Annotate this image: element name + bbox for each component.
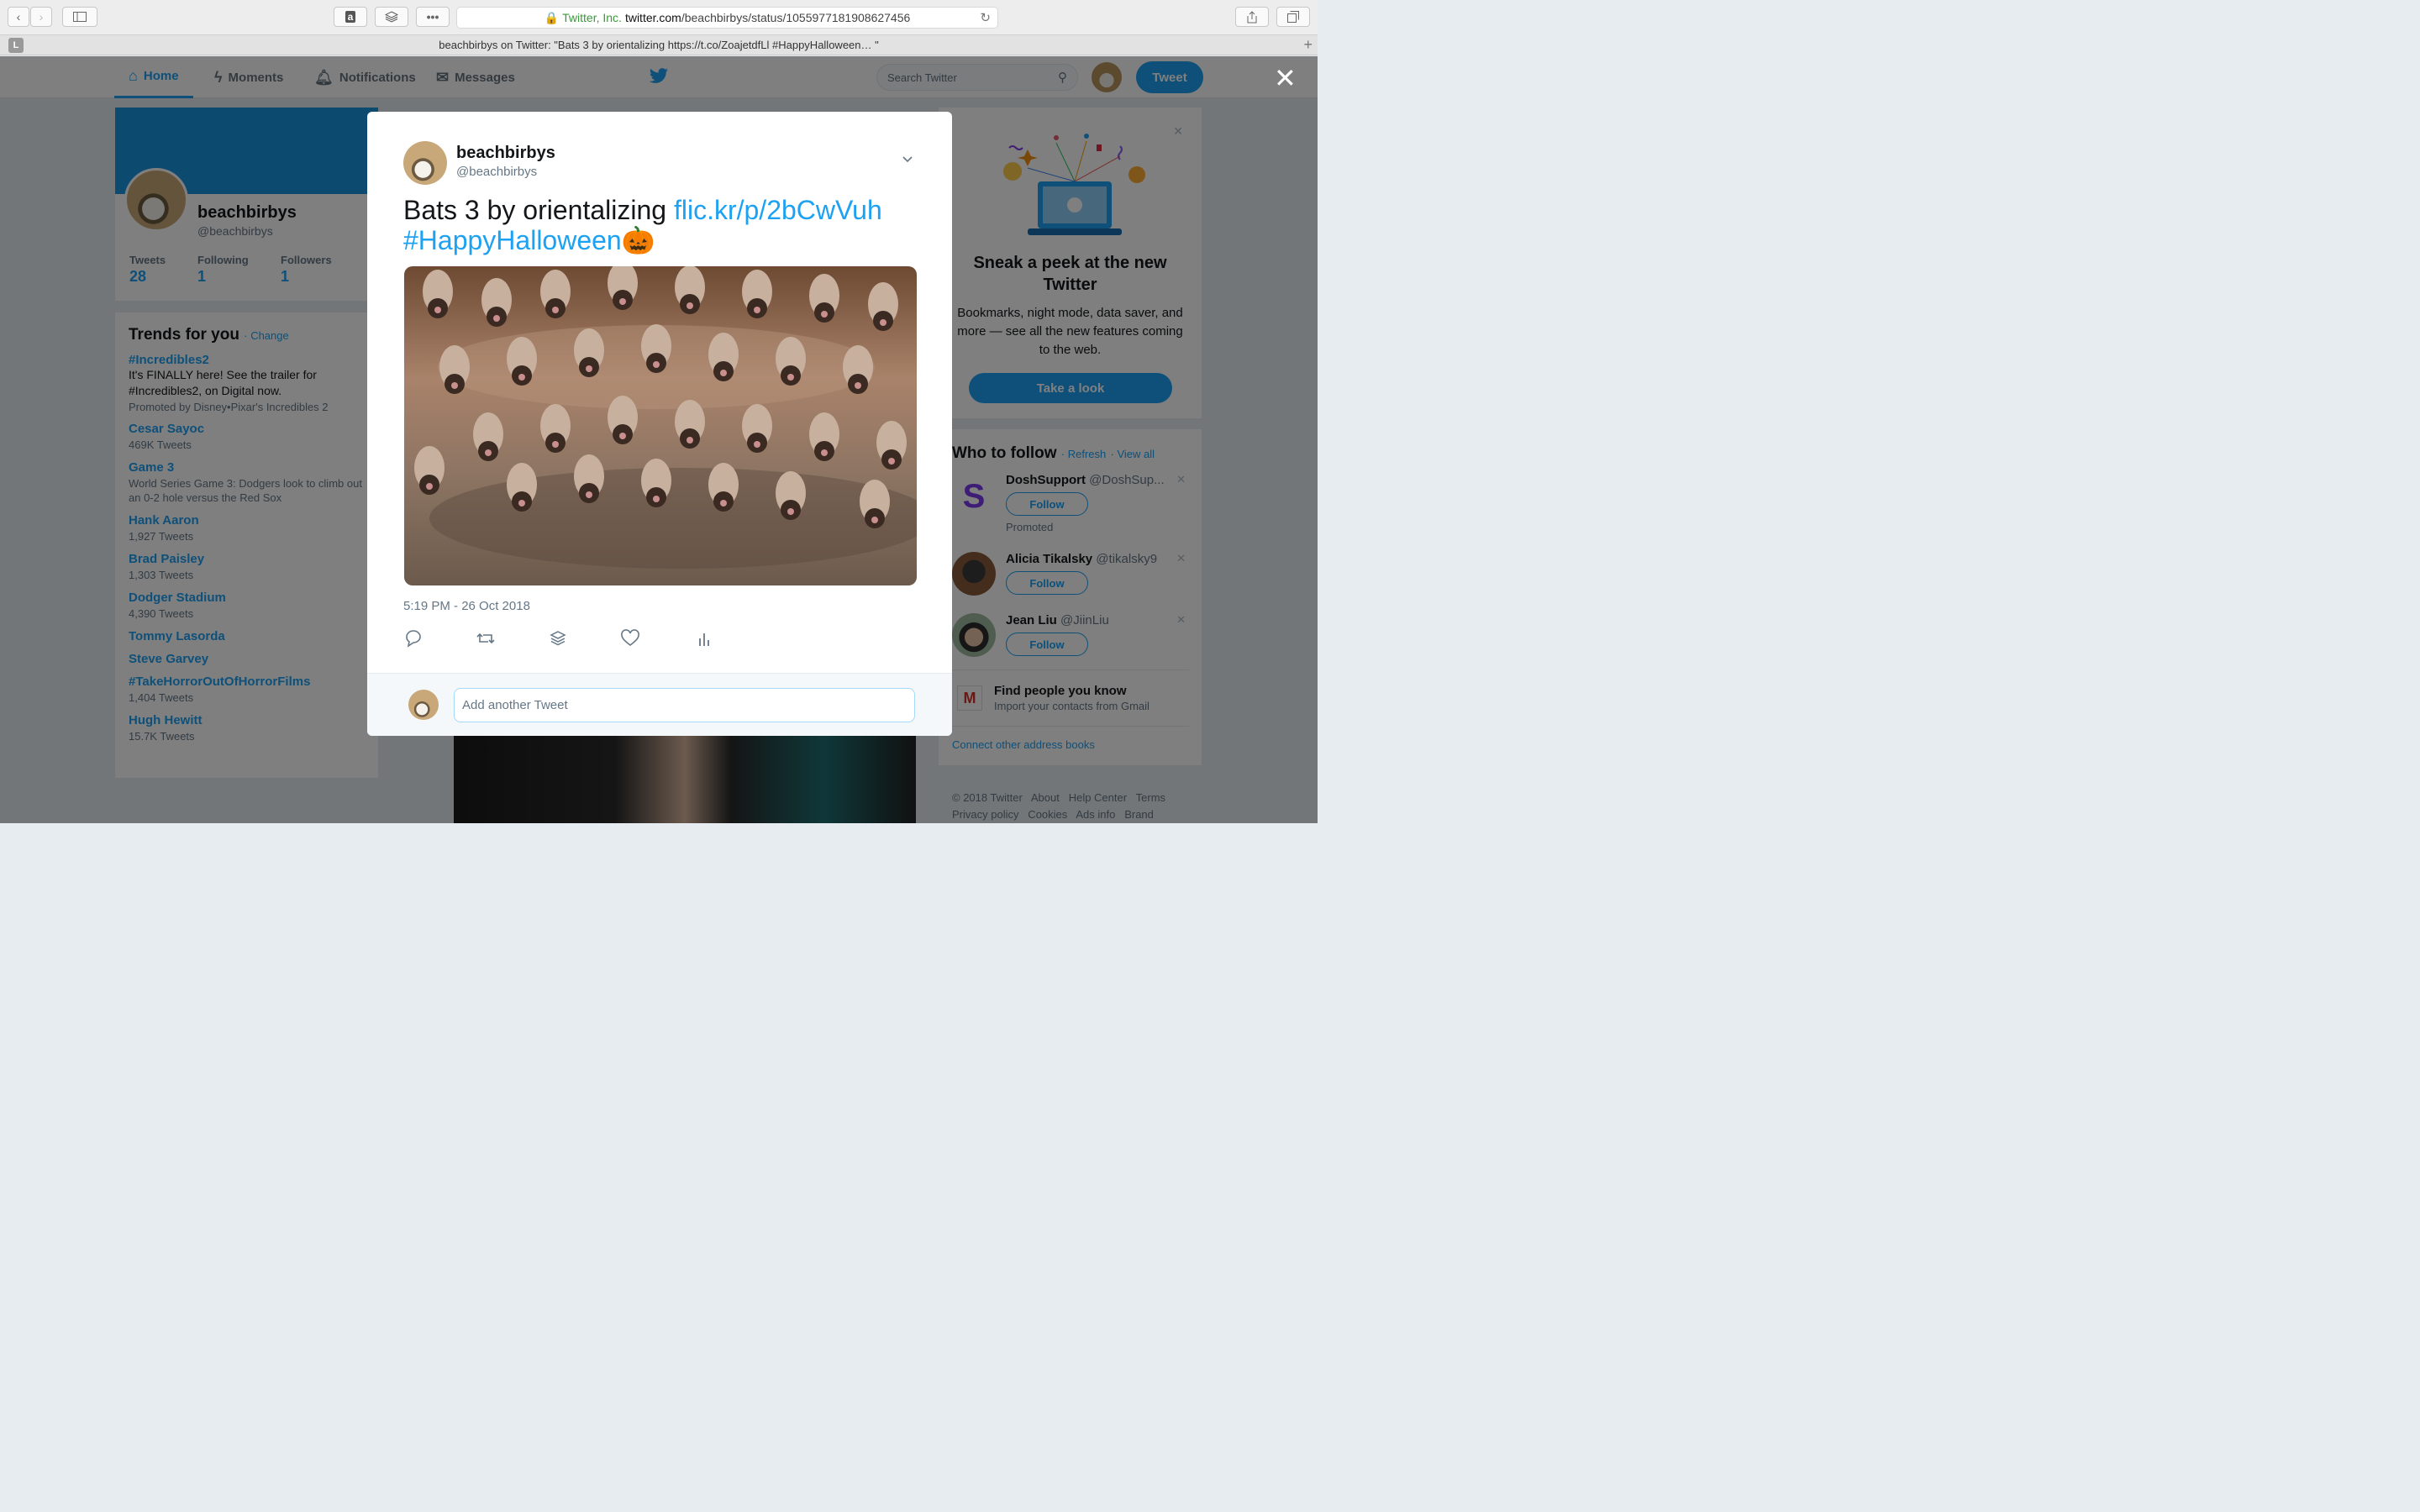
add-tweet-input[interactable] — [454, 688, 915, 722]
like-heart-icon[interactable] — [620, 629, 640, 648]
reload-icon[interactable]: ↻ — [980, 10, 991, 25]
address-bar[interactable]: 🔒 Twitter, Inc. twitter.com /beachbirbys… — [456, 7, 998, 29]
amazon-icon: a — [345, 11, 356, 23]
tweet-timestamp[interactable]: 5:19 PM - 26 Oct 2018 — [403, 599, 530, 613]
tab-title[interactable]: beachbirbys on Twitter: "Bats 3 by orien… — [439, 39, 879, 51]
tweet-text-body: Bats 3 by orientalizing — [403, 195, 674, 225]
chevron-down-icon[interactable] — [902, 154, 913, 165]
tweet-photo[interactable] — [404, 266, 917, 585]
lock-icon: 🔒 — [544, 10, 560, 24]
reply-bar — [367, 673, 952, 736]
secure-label: Twitter, Inc. — [562, 11, 622, 24]
layers-icon — [385, 11, 398, 23]
forward-button[interactable]: › — [30, 7, 52, 27]
browser-toolbar: ‹ › a ••• 🔒 Twitter, Inc. twitter.com /b… — [0, 0, 1318, 35]
close-modal-icon[interactable]: ✕ — [1274, 65, 1297, 92]
buffer-extension-button[interactable] — [375, 7, 408, 27]
tweet-author-avatar[interactable] — [403, 141, 447, 185]
buffer-icon[interactable] — [548, 629, 568, 648]
tweet-modal: beachbirbys @beachbirbys Bats 3 by orien… — [367, 112, 952, 736]
new-tab-icon[interactable]: + — [1303, 36, 1313, 54]
tweet-link[interactable]: flic.kr/p/2bCwVuh — [674, 195, 882, 225]
sidebar-icon — [73, 12, 87, 22]
reply-icon[interactable] — [403, 629, 424, 648]
sidebar-toggle-button[interactable] — [62, 7, 97, 27]
share-button[interactable] — [1235, 7, 1269, 27]
tab-bar: L beachbirbys on Twitter: "Bats 3 by ori… — [0, 35, 1318, 55]
reply-avatar — [408, 690, 439, 720]
url-path: /beachbirbys/status/1055977181908627456 — [681, 11, 911, 24]
share-icon — [1247, 10, 1257, 23]
more-extensions-button[interactable]: ••• — [416, 7, 450, 27]
tweet-author-name[interactable]: beachbirbys — [456, 144, 555, 163]
analytics-icon[interactable] — [694, 629, 714, 648]
bats-photo-image — [404, 266, 917, 585]
back-button[interactable]: ‹ — [8, 7, 29, 27]
tabs-icon — [1287, 11, 1299, 23]
tweet-author-handle[interactable]: @beachbirbys — [456, 165, 537, 179]
tabs-button[interactable] — [1276, 7, 1310, 27]
tweet-hashtag[interactable]: #HappyHalloween — [403, 225, 622, 255]
pinned-tab-badge[interactable]: L — [8, 38, 24, 53]
pumpkin-emoji: 🎃 — [621, 225, 655, 255]
tweet-text: Bats 3 by orientalizing flic.kr/p/2bCwVu… — [403, 195, 924, 255]
amazon-extension-button[interactable]: a — [334, 7, 367, 27]
url-host: twitter.com — [624, 11, 681, 24]
retweet-icon[interactable] — [476, 629, 496, 648]
